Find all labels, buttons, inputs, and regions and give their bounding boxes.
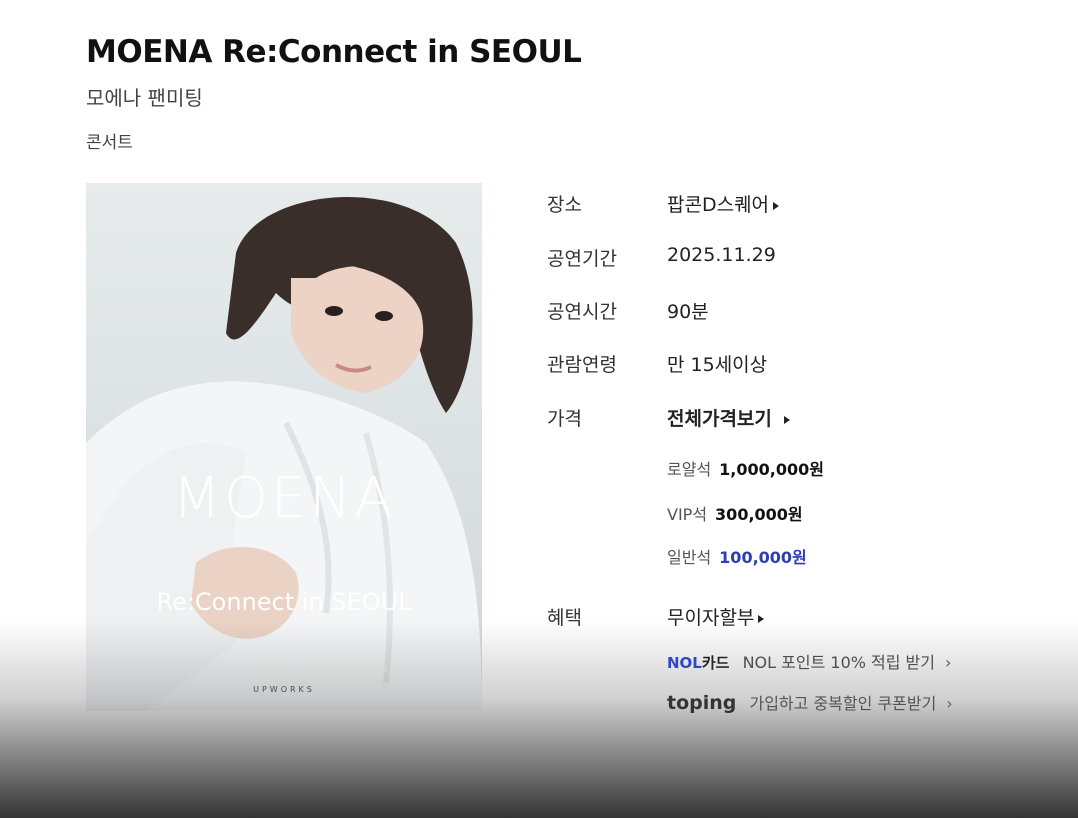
full-price-text: 전체가격보기 [667, 408, 772, 430]
nol-logo-suffix: 카드 [701, 654, 730, 672]
installment-link[interactable]: 무이자할부 [667, 603, 765, 630]
chevron-right-icon: › [946, 694, 953, 713]
price-item: VIP석 300,000원 [667, 501, 803, 525]
full-price-link[interactable]: 전체가격보기 [667, 404, 790, 431]
price-item-value: 100,000원 [719, 548, 807, 567]
caret-right-icon [758, 614, 765, 623]
toping-benefit[interactable]: toping 가입하고 중복할인 쿠폰받기 › [667, 690, 953, 714]
price-item-label: 일반석 [667, 548, 712, 567]
poster-subtitle: Re:Connect in SEOUL [156, 588, 412, 616]
poster-image[interactable]: MOENA Re:Connect in SEOUL 2025.11.29 6F,… [86, 183, 482, 711]
price-item: 일반석 100,000원 [667, 544, 807, 568]
period-value: 2025.11.29 [667, 244, 776, 266]
toping-logo: toping [667, 692, 737, 714]
price-item-label: VIP석 [667, 505, 708, 524]
toping-benefit-text: 가입하고 중복할인 쿠폰받기 [749, 694, 937, 713]
nol-benefit-text: NOL 포인트 10% 적립 받기 [742, 653, 936, 672]
nol-card-benefit[interactable]: NOL카드 NOL 포인트 10% 적립 받기 › [667, 649, 951, 673]
price-item: 로얄석 1,000,000원 [667, 456, 824, 480]
duration-label: 공연시간 [547, 301, 617, 323]
poster-date-line: 2025.11.29 6F, POPCORN D SQUARE, I'PARK … [147, 665, 421, 676]
age-label: 관람연령 [547, 354, 617, 376]
page-title: MOENA Re:Connect in SEOUL [86, 34, 582, 70]
venue-link[interactable]: 팝콘D스퀘어 [667, 190, 780, 217]
period-label: 공연기간 [547, 248, 617, 270]
page-subtitle: 모에나 팬미팅 [86, 86, 203, 110]
benefit-label: 혜택 [547, 607, 582, 629]
caret-right-icon [773, 201, 780, 210]
poster-illustration [86, 196, 482, 711]
age-value: 만 15세이상 [667, 354, 768, 376]
caret-right-icon [783, 415, 790, 424]
price-label: 가격 [547, 408, 582, 430]
venue-label: 장소 [547, 194, 582, 216]
poster-logo: UPWORKS [253, 685, 315, 694]
price-item-value: 300,000원 [715, 505, 803, 524]
nol-card-logo: NOL카드 [667, 654, 729, 672]
venue-value: 팝콘D스퀘어 [667, 194, 770, 216]
price-item-label: 로얄석 [667, 460, 712, 479]
installment-text: 무이자할부 [667, 607, 755, 629]
poster-title: MOENA [172, 466, 396, 531]
price-item-value: 1,000,000원 [719, 460, 824, 479]
genre-label: 콘서트 [86, 133, 133, 153]
chevron-right-icon: › [945, 653, 952, 672]
duration-value: 90분 [667, 301, 709, 323]
nol-logo-text: NOL [667, 654, 702, 672]
